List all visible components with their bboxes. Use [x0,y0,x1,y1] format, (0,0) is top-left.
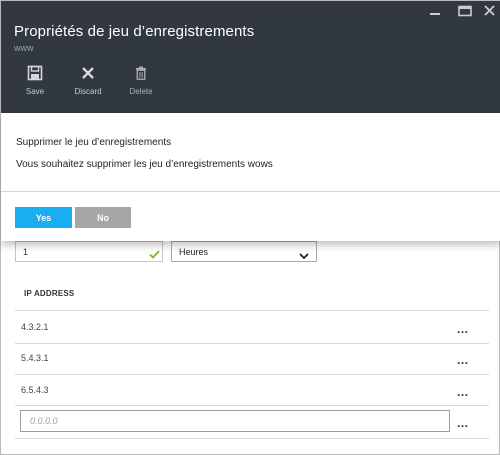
yes-button[interactable]: Yes [15,207,72,228]
page-title: Propriétés de jeu d’enregistrements [14,23,255,40]
page-subtitle: www [14,43,34,53]
dialog-message: Vous souhaitez supprimer les jeu d’enreg… [16,159,273,170]
row-menu-icon[interactable]: ... [457,386,469,398]
no-button[interactable]: No [75,207,131,228]
ttl-input[interactable] [15,241,163,262]
row-divider [15,405,489,406]
delete-button[interactable]: Delete [118,65,164,101]
row-divider [15,310,489,311]
row-menu-icon[interactable]: ... [457,417,469,429]
new-ip-address-input[interactable] [20,410,450,432]
ip-address-cell: 4.3.2.1 [21,322,49,332]
maximize-icon[interactable] [454,3,476,19]
row-menu-icon[interactable]: ... [457,323,469,335]
row-divider [15,343,489,344]
blade-window: Propriétés de jeu d’enregistrements www … [0,0,500,455]
ttl-unit-select[interactable]: Heures [171,241,317,262]
trash-icon [118,65,164,81]
dialog-title: Supprimer le jeu d’enregistrements [16,137,172,148]
save-icon [12,65,58,81]
dialog-divider [1,191,500,192]
discard-icon [65,65,111,81]
save-label: Save [25,87,45,96]
ip-address-column-header: IP ADDRESS [24,289,75,298]
ip-address-cell: 6.5.4.3 [21,385,49,395]
row-divider [15,374,489,375]
close-icon[interactable] [479,3,499,19]
chevron-down-icon[interactable] [299,247,309,265]
delete-confirmation-dialog: Supprimer le jeu d’enregistrements Vous … [1,113,500,241]
ttl-unit-value: Heures [179,247,209,257]
save-button[interactable]: Save [12,65,58,101]
discard-button[interactable]: Discard [65,65,111,101]
delete-label: Delete [129,87,153,96]
minimize-icon[interactable] [424,3,446,19]
row-divider [15,438,489,439]
checkmark-icon [149,246,160,264]
discard-label: Discard [74,87,102,96]
ip-address-cell: 5.4.3.1 [21,353,49,363]
blade-header: Propriétés de jeu d’enregistrements www … [1,1,500,113]
row-menu-icon[interactable]: ... [457,354,469,366]
